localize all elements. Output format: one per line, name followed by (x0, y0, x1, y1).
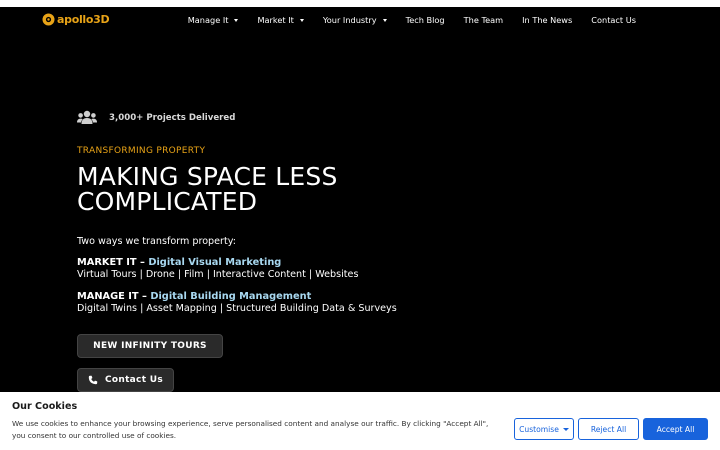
users-group-icon (77, 110, 97, 124)
nav-label: Your Industry (322, 15, 377, 25)
offer-manage-it: MANAGE IT – Digital Building Management … (77, 291, 397, 315)
cookie-banner: Our Cookies We use cookies to enhance yo… (0, 392, 720, 450)
brand-logo[interactable]: apollo3D (42, 13, 110, 26)
cookie-description: We use cookies to enhance your browsing … (12, 419, 489, 440)
chevron-down-icon (234, 18, 239, 22)
top-strip (0, 0, 720, 7)
offer-link-digital-visual-marketing[interactable]: Digital Visual Marketing (148, 257, 281, 268)
nav-label: Tech Blog (405, 15, 445, 25)
nav-item-tech-blog[interactable]: Tech Blog (406, 15, 445, 25)
offer-market-it: MARKET IT – Digital Visual Marketing Vir… (77, 257, 358, 281)
reject-all-button[interactable]: Reject All (578, 418, 639, 440)
chevron-down-icon (562, 427, 569, 431)
customise-label: Customise (519, 424, 559, 434)
projects-stat: 3,000+ Projects Delivered (77, 110, 235, 125)
headline-line-2: COMPLICATED (77, 187, 258, 216)
offer-name: MANAGE IT – (77, 291, 151, 302)
nav-label: Contact Us (591, 15, 636, 25)
nav-item-in-the-news[interactable]: In The News (522, 15, 572, 25)
nav-item-manage-it[interactable]: Manage It (188, 15, 239, 25)
nav-item-market-it[interactable]: Market It (257, 15, 304, 25)
nav-label: Manage It (187, 15, 229, 25)
logo-text: apollo3D (57, 13, 110, 26)
hero-intro: Two ways we transform property: (77, 236, 236, 247)
chevron-down-icon (299, 18, 304, 22)
nav-label: In The News (522, 15, 573, 25)
nav-item-your-industry[interactable]: Your Industry (323, 15, 387, 25)
customise-button[interactable]: Customise (514, 418, 574, 440)
offer-link-digital-building-management[interactable]: Digital Building Management (150, 291, 311, 302)
nav-label: Market It (257, 15, 294, 25)
main-menu: Manage It Market It Your Industry Tech B… (169, 7, 636, 33)
hero-eyebrow: TRANSFORMING PROPERTY (77, 146, 206, 156)
accept-all-button[interactable]: Accept All (643, 418, 708, 440)
chevron-down-icon (382, 18, 387, 22)
offer-services: Virtual Tours | Drone | Film | Interacti… (77, 269, 359, 280)
hero-headline: MAKING SPACE LESS COMPLICATED (77, 164, 338, 214)
logo-icon (42, 13, 55, 26)
contact-us-button[interactable]: Contact Us (77, 368, 174, 392)
nav-item-the-team[interactable]: The Team (464, 15, 503, 25)
phone-icon (88, 375, 98, 385)
top-navigation: apollo3D Manage It Market It Your Indust… (0, 7, 720, 33)
headline-line-1: MAKING SPACE LESS (77, 162, 338, 191)
offer-name: MARKET IT – (77, 257, 149, 268)
offer-services: Digital Twins | Asset Mapping | Structur… (77, 303, 397, 314)
contact-us-label: Contact Us (104, 375, 163, 385)
infinity-tours-button[interactable]: NEW INFINITY TOURS (77, 334, 223, 358)
stat-text: 3,000+ Projects Delivered (109, 112, 236, 123)
nav-item-contact-us[interactable]: Contact Us (591, 15, 636, 25)
nav-label: The Team (463, 15, 504, 25)
cookie-title: Our Cookies (12, 401, 78, 412)
